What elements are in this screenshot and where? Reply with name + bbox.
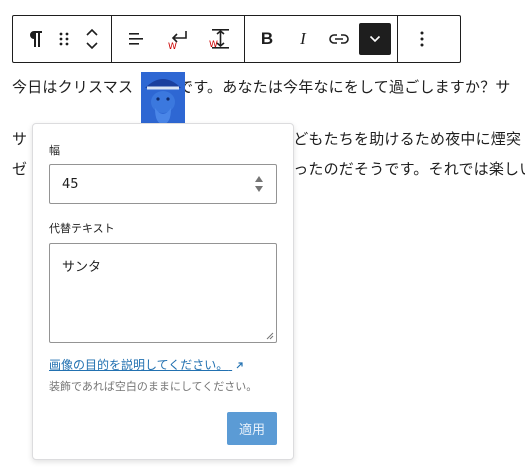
toolbar-group-options [398,16,446,62]
alt-help-link[interactable]: 画像の目的を説明してください。 [49,356,244,373]
external-link-icon [236,362,243,369]
line-3-start: ゼ [12,160,28,178]
apply-button[interactable]: 適用 [227,412,277,445]
drag-handle-icon [59,32,69,46]
drag-handle[interactable] [51,21,77,57]
inline-image[interactable] [141,72,185,124]
align-left-icon [129,33,143,45]
height-button[interactable]: W [204,21,236,57]
align-button[interactable] [120,21,152,57]
paragraph-button[interactable] [19,21,51,57]
wrap-button[interactable]: W [162,21,194,57]
link-icon [329,34,349,44]
svg-text:W: W [209,40,218,50]
options-button[interactable] [406,21,438,57]
more-rich-text-button[interactable] [359,23,391,55]
paragraph-icon [30,31,42,47]
move-up-down-icon [86,28,98,50]
wrap-icon: W [168,31,187,50]
alt-text-label: 代替テキスト [49,222,115,235]
spin-arrows-icon[interactable] [254,175,264,193]
text-before-image: 今日はクリスマス [12,78,134,96]
text-after-image: です。あなたは今年なにをして過ごしますか？サ [178,78,511,96]
alt-text-value: サンタ [62,260,102,275]
paragraph-line-1: 今日はクリスマス です。あなたは今年なにをして過ごしますか？サ [12,76,511,97]
line-2-start: サ [12,130,28,148]
image-settings-popover: 幅 45 代替テキスト サンタ 画像の目的を説明してください。 装飾であれば空白… [32,123,294,460]
width-value: 45 [62,176,79,192]
height-icon: W [209,29,229,50]
chevron-down-icon [369,35,381,43]
link-button[interactable] [323,21,355,57]
toolbar-group-block [13,16,112,62]
bold-button[interactable]: B [251,21,283,57]
santa-image [145,79,181,124]
italic-button[interactable]: I [287,21,319,57]
line-3-end: ったのだそうです。それでは楽しい [293,160,525,178]
width-input[interactable]: 45 [49,164,277,204]
toolbar-group-format: B I [245,16,398,62]
italic-icon: I [300,29,306,48]
line-2-end: どもたちを助けるため夜中に煙突 [293,130,522,148]
toolbar-group-image: W W [112,16,245,62]
width-label: 幅 [49,144,60,157]
move-up-down-button[interactable] [77,21,107,57]
alt-text-textarea[interactable]: サンタ [49,243,277,343]
resize-handle-icon[interactable] [266,332,274,340]
options-icon [420,31,424,47]
block-toolbar: W W B I [12,15,461,63]
bold-icon: B [260,29,274,48]
svg-text:W: W [168,42,177,50]
alt-help-text: 装飾であれば空白のままにしてください。 [49,380,258,393]
